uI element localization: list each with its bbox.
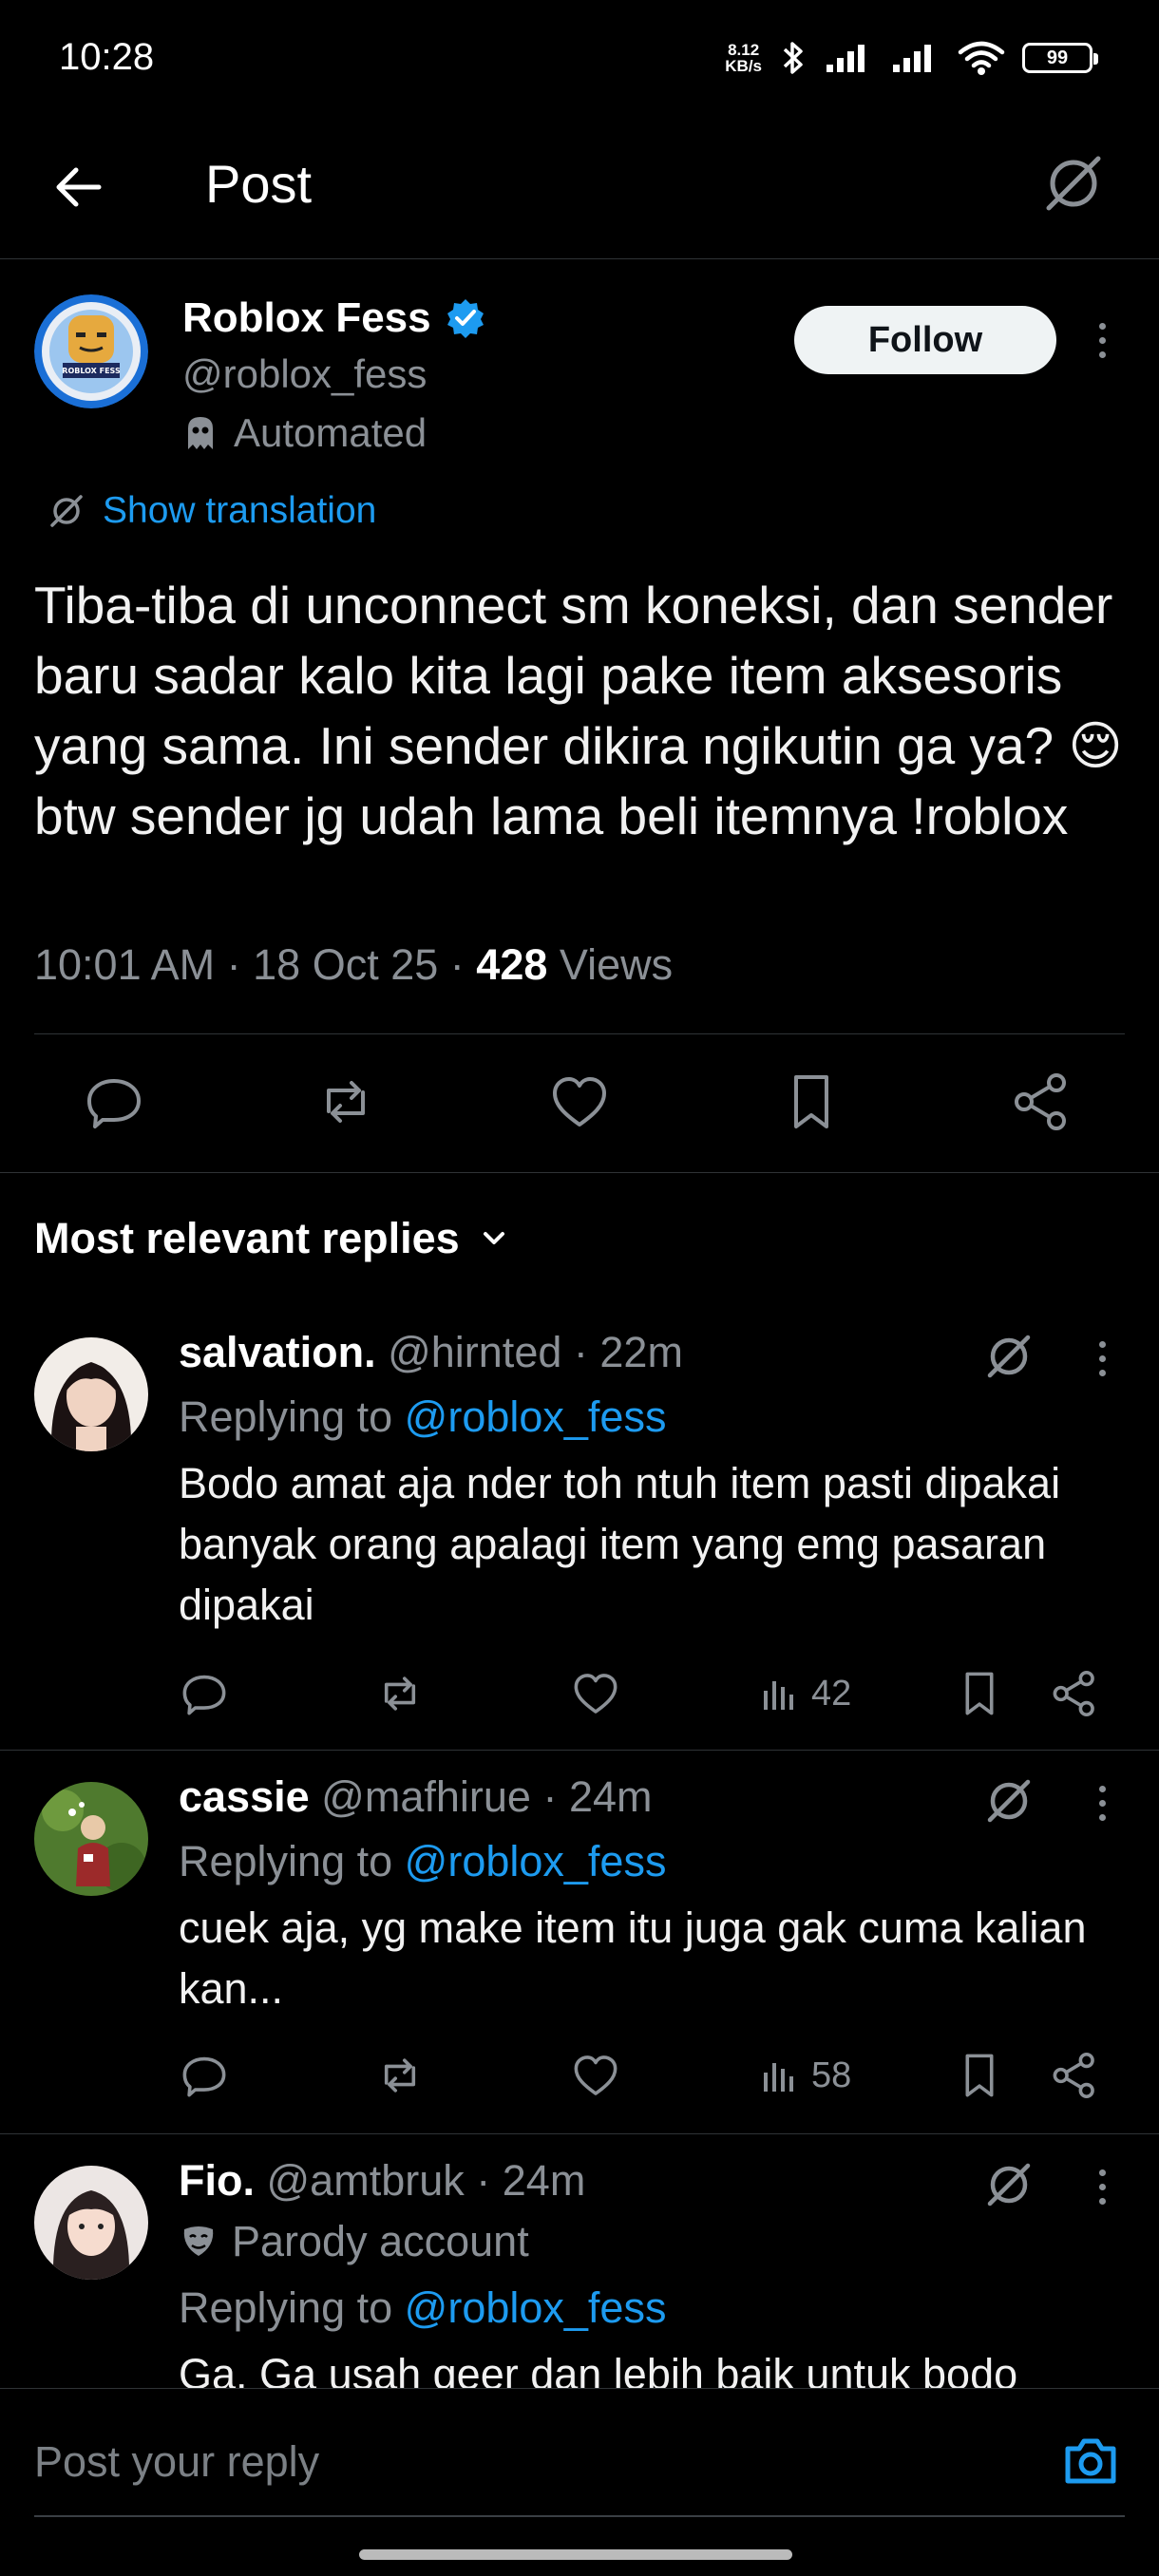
reply-input[interactable]: Post your reply xyxy=(34,2437,319,2487)
replying-to: Replying to @roblox_fess xyxy=(179,1392,667,1441)
post-time: 10:01 AM xyxy=(34,940,216,989)
chevron-down-icon xyxy=(483,1232,504,1244)
reply-text: cuek aja, yg make item itu juga gak cuma… xyxy=(179,1904,1087,2013)
like-icon[interactable] xyxy=(570,1668,621,1719)
reply-header: cassie @mafhirue · 24m xyxy=(179,1772,653,1821)
status-time: 10:28 xyxy=(59,36,155,78)
like-icon[interactable] xyxy=(547,1070,612,1134)
author-handle[interactable]: @roblox_fess xyxy=(182,351,427,397)
replying-to-handle[interactable]: @roblox_fess xyxy=(405,2283,667,2332)
replying-to-handle[interactable]: @roblox_fess xyxy=(405,1837,667,1885)
reply-time: 24m xyxy=(502,2156,586,2205)
author-avatar[interactable]: ROBLOX FESS xyxy=(34,294,148,408)
top-bar: Post xyxy=(0,119,1159,259)
translate-icon xyxy=(50,495,83,527)
reply-text: Bodo amat aja nder toh ntuh item pasti d… xyxy=(179,1459,1061,1629)
divider xyxy=(0,2133,1159,2134)
views-button[interactable]: 42 xyxy=(760,1668,851,1719)
follow-button[interactable]: Follow xyxy=(794,306,1056,374)
avatar[interactable] xyxy=(34,1782,148,1896)
input-underline xyxy=(34,2515,1125,2517)
divider xyxy=(34,1033,1125,1034)
reply-action-bar: 58 xyxy=(0,2050,1159,2107)
bookmark-icon[interactable] xyxy=(779,1070,844,1134)
more-options-icon[interactable] xyxy=(1083,312,1121,369)
post-action-bar xyxy=(0,1054,1159,1149)
translate-icon[interactable] xyxy=(978,2154,1039,2215)
share-icon[interactable] xyxy=(1049,1668,1100,1719)
home-indicator[interactable] xyxy=(359,2549,792,2560)
status-bar: 10:28 8.12 KB/s 99 xyxy=(0,0,1159,119)
reply-author-handle[interactable]: @mafhirue xyxy=(321,1772,531,1821)
views-icon xyxy=(764,1681,793,1710)
bot-icon xyxy=(188,417,213,449)
post-views-count[interactable]: 428 xyxy=(476,940,547,989)
more-options-icon[interactable] xyxy=(1083,1774,1121,1831)
views-icon xyxy=(764,2063,793,2092)
translate-icon[interactable] xyxy=(978,1326,1039,1387)
avatar[interactable] xyxy=(34,1337,148,1451)
back-arrow-icon[interactable] xyxy=(49,157,110,218)
reply-author-handle[interactable]: @amtbruk xyxy=(267,2156,465,2205)
svg-text:ROBLOX FESS: ROBLOX FESS xyxy=(62,367,121,375)
post-views-label: Views xyxy=(559,940,674,989)
reply-author-name[interactable]: salvation. xyxy=(179,1328,376,1376)
bookmark-icon[interactable] xyxy=(954,1668,1005,1719)
repost-icon[interactable] xyxy=(374,1668,426,1719)
reply-author-name[interactable]: cassie xyxy=(179,1772,310,1821)
verified-badge-icon xyxy=(446,299,484,338)
wifi-icon xyxy=(958,41,1005,75)
reply-icon[interactable] xyxy=(179,2050,230,2101)
post-meta: 10:01 AM · 18 Oct 25 · 428 Views xyxy=(34,940,674,989)
reply-header: Fio. @amtbruk · 24m xyxy=(179,2156,586,2205)
automated-label: Automated xyxy=(179,410,427,456)
reply-author-name[interactable]: Fio. xyxy=(179,2156,255,2205)
reply-header: salvation. @hirnted · 22m xyxy=(179,1328,683,1376)
more-options-icon[interactable] xyxy=(1083,2158,1121,2215)
replies-sort-dropdown[interactable]: Most relevant replies xyxy=(34,1214,511,1263)
reply-text: Ga. Ga usah geer dan lebih baik untuk bo… xyxy=(179,2350,1018,2388)
avatar[interactable] xyxy=(34,2166,148,2280)
more-options-icon[interactable] xyxy=(1083,1330,1121,1387)
views-button[interactable]: 58 xyxy=(760,2050,851,2101)
share-icon[interactable] xyxy=(1009,1070,1074,1134)
signal-icon-2 xyxy=(893,45,931,72)
reply-item[interactable]: Fio. @amtbruk · 24m Parody account Reply… xyxy=(0,2154,1159,2388)
status-icons: 8.12 KB/s 99 xyxy=(725,36,1098,80)
bookmark-icon[interactable] xyxy=(954,2050,1005,2101)
share-icon[interactable] xyxy=(1049,2050,1100,2101)
replying-to: Replying to @roblox_fess xyxy=(179,2283,667,2332)
reply-action-bar: 42 xyxy=(0,1668,1159,1725)
reply-time: 24m xyxy=(568,1772,653,1821)
reply-icon[interactable] xyxy=(82,1070,146,1134)
parody-badge: Parody account xyxy=(179,2217,529,2266)
mask-icon xyxy=(183,2226,214,2256)
page-title: Post xyxy=(205,154,313,214)
signal-icon xyxy=(826,45,864,72)
repost-icon[interactable] xyxy=(374,2050,426,2101)
reply-author-handle[interactable]: @hirnted xyxy=(388,1328,561,1376)
translate-icon[interactable] xyxy=(978,1771,1039,1831)
repost-icon[interactable] xyxy=(314,1070,378,1134)
reply-time: 22m xyxy=(599,1328,683,1376)
author-name[interactable]: Roblox Fess xyxy=(182,294,486,342)
show-translation-link[interactable]: Show translation xyxy=(46,490,376,532)
replying-to-handle[interactable]: @roblox_fess xyxy=(405,1392,667,1441)
divider xyxy=(0,1750,1159,1751)
divider xyxy=(0,1172,1159,1173)
post-date: 18 Oct 25 xyxy=(253,940,439,989)
replying-to: Replying to @roblox_fess xyxy=(179,1837,667,1885)
translate-icon[interactable] xyxy=(1036,145,1112,221)
bluetooth-icon xyxy=(783,42,803,74)
like-icon[interactable] xyxy=(570,2050,621,2101)
network-speed: 8.12 KB/s xyxy=(725,41,762,75)
camera-icon[interactable] xyxy=(1060,2430,1121,2491)
battery-icon: 99 xyxy=(1022,43,1098,73)
post-text: Tiba-tiba di unconnect sm koneksi, dan s… xyxy=(34,576,1123,845)
reply-icon[interactable] xyxy=(179,1668,230,1719)
